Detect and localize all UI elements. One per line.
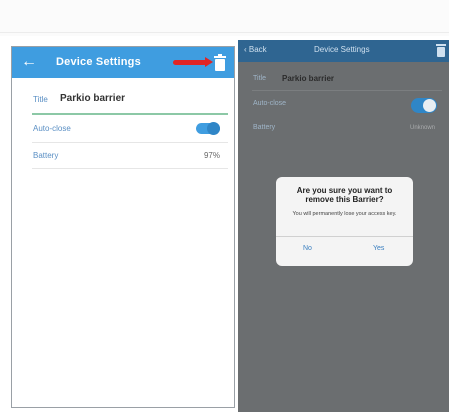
row-divider <box>32 168 228 169</box>
auto-close-toggle[interactable] <box>196 122 220 135</box>
top-background <box>0 0 449 36</box>
title-value[interactable]: Parkio barrier <box>282 74 334 83</box>
battery-row: Battery Unknown <box>238 120 449 138</box>
back-button[interactable]: ‹ Back <box>244 45 267 54</box>
row-divider <box>32 142 228 143</box>
back-label: Back <box>248 45 267 54</box>
trash-icon[interactable] <box>436 43 446 57</box>
auto-close-row: Auto-close <box>12 118 234 140</box>
ios-screen: ‹ Back Device Settings Title Parkio barr… <box>238 40 449 412</box>
no-button[interactable]: No <box>303 245 312 252</box>
title-row[interactable]: Title Parkio barrier <box>238 71 449 89</box>
title-input-underline <box>32 113 228 115</box>
trash-icon[interactable] <box>213 54 227 71</box>
auto-close-label: Auto-close <box>253 100 287 107</box>
yes-button[interactable]: Yes <box>373 245 384 252</box>
battery-value: 97% <box>203 151 220 160</box>
auto-close-label: Auto-close <box>33 124 71 133</box>
battery-label: Battery <box>253 124 276 131</box>
page-title: Device Settings <box>56 56 141 68</box>
back-arrow-icon[interactable]: ← <box>21 52 37 72</box>
auto-close-toggle[interactable] <box>411 98 437 113</box>
dialog-title: Are you sure you want to remove this Bar… <box>296 186 393 204</box>
confirm-dialog: Are you sure you want to remove this Bar… <box>276 177 413 266</box>
highlight-arrow-icon <box>173 57 213 67</box>
nav-bar: ‹ Back Device Settings <box>238 40 449 62</box>
top-divider <box>0 32 449 33</box>
dialog-divider <box>276 236 413 237</box>
title-label: Title <box>253 75 266 82</box>
title-label: Title <box>33 95 48 104</box>
battery-value: Unknown <box>409 125 435 131</box>
title-value[interactable]: Parkio barrier <box>60 93 125 104</box>
page-title: Device Settings <box>314 45 370 54</box>
app-bar: ← Device Settings <box>12 47 234 78</box>
title-row[interactable]: Title Parkio barrier <box>12 89 234 111</box>
auto-close-row: Auto-close <box>238 96 449 114</box>
battery-label: Battery <box>33 151 59 160</box>
dialog-message: You will permanently lose your access ke… <box>292 211 397 217</box>
row-divider <box>252 90 442 91</box>
battery-row: Battery 97% <box>12 145 234 167</box>
android-screen: ← Device Settings Title Parkio barrier A… <box>11 46 235 408</box>
